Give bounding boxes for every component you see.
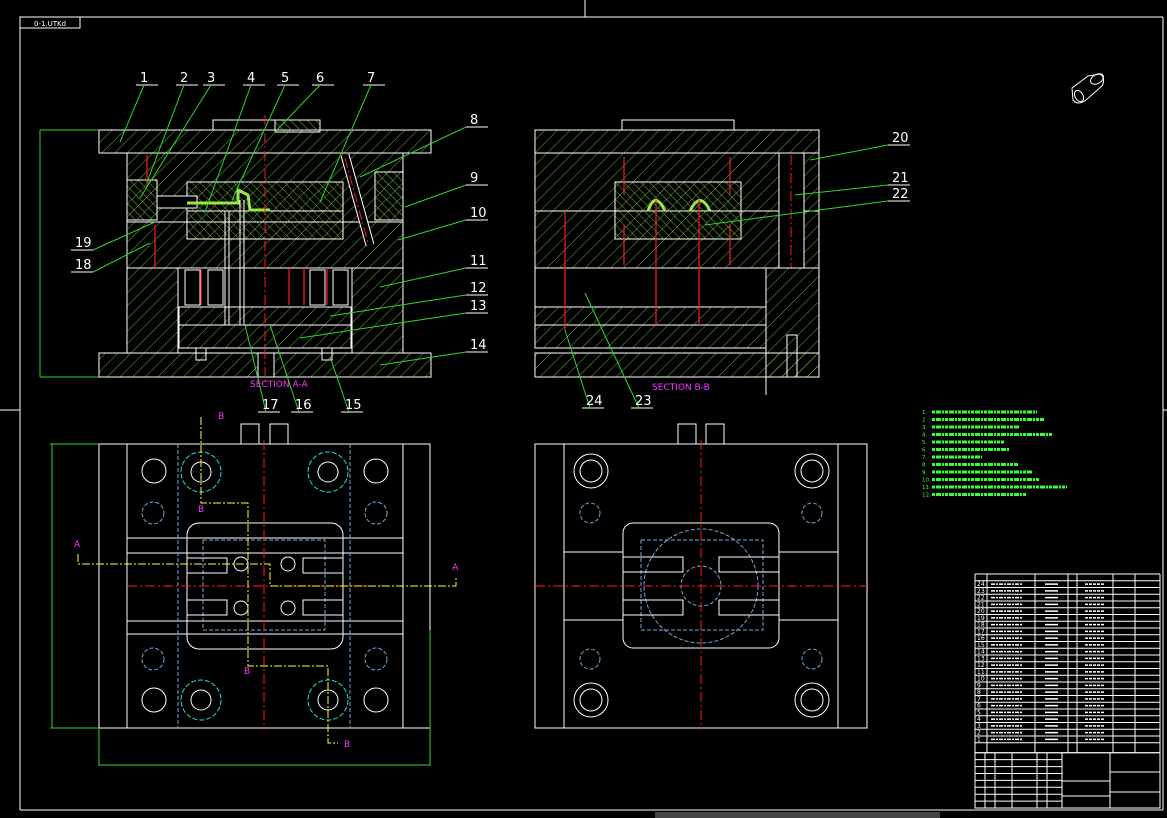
callout-number: 20 — [892, 131, 909, 146]
cut-a-left: A — [74, 540, 81, 550]
note-number: 6. — [922, 448, 927, 454]
drawing-canvas: 0-1.UTKd SECTION A-A SECTION B-B A A B B… — [0, 0, 1167, 818]
callout-number: 13 — [470, 299, 487, 314]
note-number: 11. — [922, 485, 931, 491]
callout-10: 10 — [397, 206, 488, 241]
callout-20: 20 — [809, 131, 910, 161]
callout-number: 16 — [295, 398, 312, 413]
note-number: 7. — [922, 455, 927, 461]
callout-number: 17 — [262, 398, 279, 413]
spacer-block-right — [351, 267, 404, 354]
spacer-block-left — [126, 267, 179, 354]
callout-number: 10 — [470, 206, 487, 221]
note-number: 12. — [922, 493, 931, 499]
cut-b-top: B — [218, 412, 224, 422]
callout-number: 22 — [892, 187, 909, 202]
note-number: 8. — [922, 463, 927, 469]
callout-number: 14 — [470, 338, 487, 353]
note-number: 2. — [922, 418, 927, 424]
callout-number: 4 — [247, 71, 255, 86]
sheet-tag: 0-1.UTKd — [34, 20, 66, 28]
note-number: 5. — [922, 440, 927, 446]
callout-9: 9 — [404, 171, 488, 208]
callout-number: 18 — [75, 258, 92, 273]
technical-notes: 1. 2.3. 4.5. 6.7. 8.9. 10.11. 12. — [922, 410, 1067, 499]
callout-number: 1 — [140, 71, 148, 86]
section-b-b-view — [534, 119, 820, 395]
part-isometric-icon — [1071, 73, 1105, 104]
leader-line — [404, 184, 467, 208]
parts-list-title-block: 242322212019181716151413121110987654321 — [974, 573, 1161, 809]
plan-view-fixed-half — [534, 423, 868, 730]
plan-view-moving-half — [50, 417, 457, 766]
note-number: 1. — [922, 410, 927, 416]
callout-number: 9 — [470, 171, 478, 186]
callout-number: 2 — [180, 71, 188, 86]
callout-number: 23 — [635, 394, 652, 409]
callout-number: 24 — [586, 394, 603, 409]
cut-a-right: A — [452, 563, 459, 573]
leader-line — [809, 144, 889, 161]
callout-number: 11 — [470, 254, 487, 269]
callout-number: 7 — [367, 71, 375, 86]
callout-number: 19 — [75, 236, 92, 251]
core-insert-b — [614, 181, 742, 240]
slider — [126, 179, 158, 221]
note-number: 9. — [922, 470, 927, 476]
note-number: 10. — [922, 478, 931, 484]
note-number: 4. — [922, 433, 927, 439]
callout-number: 3 — [207, 71, 215, 86]
cut-b-mid: B — [198, 505, 204, 515]
callout-number: 5 — [281, 71, 289, 86]
leader-line — [397, 219, 467, 241]
cut-b-bottom: B — [344, 740, 350, 750]
parts-row-number: 1 — [977, 736, 981, 743]
section-a-a-view — [39, 115, 432, 385]
section-b-b-label: SECTION B-B — [652, 383, 710, 393]
callout-number: 6 — [316, 71, 324, 86]
cad-drawing-sheet: 0-1.UTKd SECTION A-A SECTION B-B A A B B… — [0, 0, 1167, 818]
callout-number: 15 — [345, 398, 362, 413]
cut-b-low: B — [244, 667, 250, 677]
callout-number: 21 — [892, 171, 909, 186]
note-number: 3. — [922, 425, 927, 431]
top-clamp-plate-b — [534, 129, 820, 154]
callout-number: 8 — [470, 113, 478, 128]
callout-number: 12 — [470, 281, 487, 296]
